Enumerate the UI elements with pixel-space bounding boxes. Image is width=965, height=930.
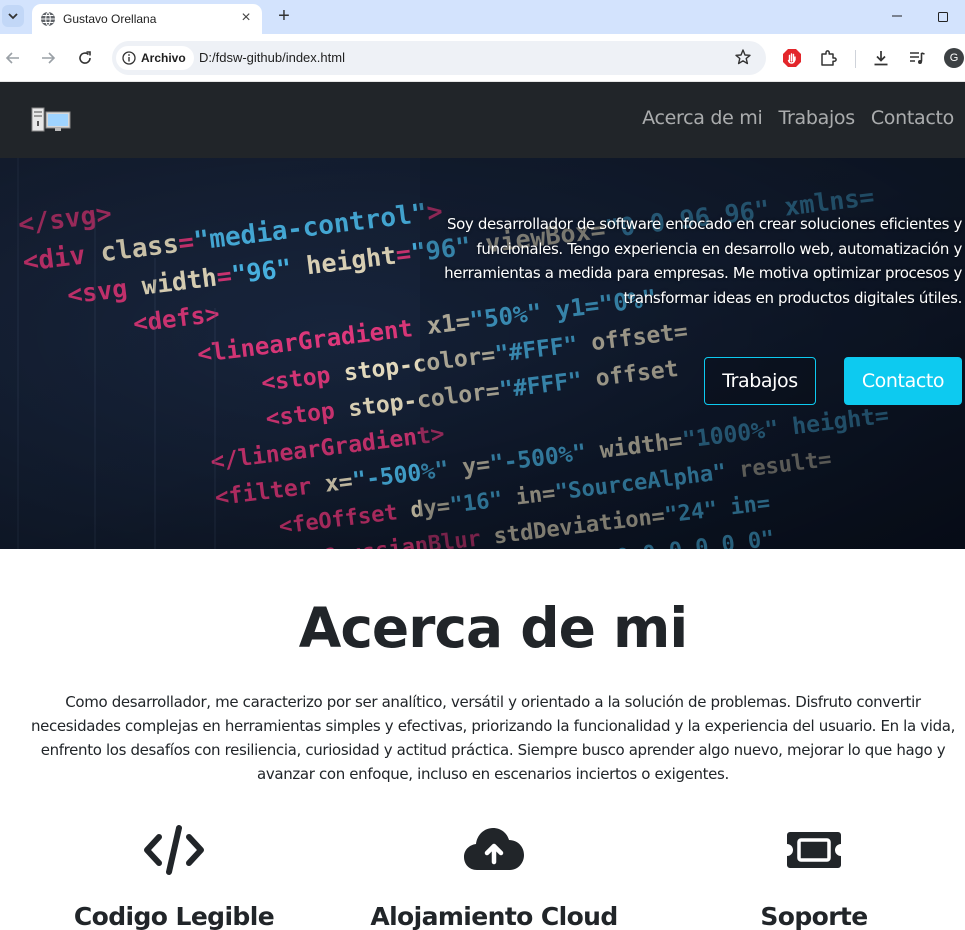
code-icon [14, 825, 334, 875]
browser-tab-strip: Gustavo Orellana × + [0, 0, 965, 34]
globe-icon [40, 11, 56, 32]
feature-title: Codigo Legible [73, 902, 275, 930]
downloads-icon[interactable] [869, 46, 893, 70]
info-icon [122, 51, 136, 65]
arrow-right-icon [42, 52, 56, 64]
feature-support: Soporte [654, 825, 965, 930]
nav-link-about[interactable]: Acerca de mi [642, 107, 763, 129]
url-text: D:/fdsw-github/index.html [199, 50, 345, 65]
hero-description: Soy desarrollador de software enfocado e… [444, 215, 962, 307]
browser-toolbar: Archivo D:/fdsw-github/index.html [0, 34, 965, 82]
extensions-puzzle-icon[interactable] [816, 46, 840, 70]
site-info-label: Archivo [141, 51, 186, 65]
about-description: Como desarrollador, me caracterizo por s… [30, 693, 955, 783]
back-button[interactable] [1, 46, 25, 70]
tab-search-button[interactable] [2, 5, 24, 27]
adblock-extension-icon[interactable] [780, 46, 804, 70]
close-tab-icon[interactable]: × [238, 10, 254, 26]
new-tab-button[interactable]: + [273, 5, 295, 27]
computer-logo-icon[interactable] [31, 107, 71, 138]
nav-link-contact[interactable]: Contacto [871, 107, 954, 129]
hero-contact-button[interactable]: Contacto [844, 357, 962, 405]
tab-title: Gustavo Orellana [63, 12, 157, 26]
chevron-down-icon [8, 13, 18, 20]
hero-works-button[interactable]: Trabajos [704, 357, 816, 405]
profile-avatar[interactable]: G [944, 48, 964, 68]
feature-title: Soporte [760, 902, 868, 930]
feature-title: Alojamiento Cloud [370, 902, 618, 930]
ticket-icon [654, 825, 965, 875]
address-bar[interactable]: Archivo D:/fdsw-github/index.html [112, 41, 766, 75]
hero-section: </svg> <div class="media-control"> <svg … [0, 158, 965, 549]
bookmark-star-icon[interactable] [734, 48, 752, 71]
cloud-upload-icon [334, 825, 654, 875]
arrow-left-icon [5, 52, 19, 64]
site-navbar: Acerca de mi Trabajos Contacto [0, 82, 965, 158]
toolbar-separator [855, 50, 856, 68]
media-queue-icon[interactable] [905, 46, 929, 70]
reload-button[interactable] [73, 46, 97, 70]
minimize-window-icon[interactable] [888, 7, 906, 25]
site-info-chip[interactable]: Archivo [116, 46, 194, 70]
nav-links: Acerca de mi Trabajos Contacto [642, 107, 954, 129]
about-title: Acerca de mi [298, 596, 688, 660]
forward-button[interactable] [36, 46, 60, 70]
browser-tab-active[interactable]: Gustavo Orellana × [32, 4, 262, 34]
nav-link-works[interactable]: Trabajos [778, 107, 855, 129]
feature-cloud-hosting: Alojamiento Cloud [334, 825, 654, 930]
reload-icon [79, 51, 91, 64]
feature-readable-code: Codigo Legible [14, 825, 334, 930]
maximize-window-icon[interactable] [934, 8, 952, 26]
